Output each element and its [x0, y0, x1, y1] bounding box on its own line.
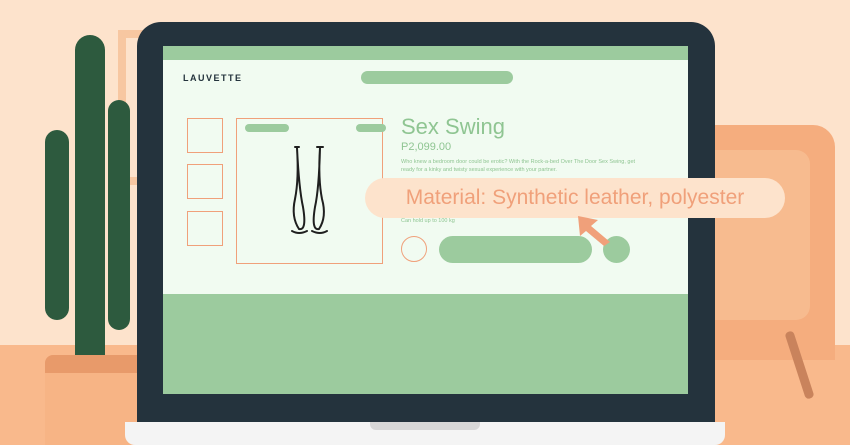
- swing-straps-icon: [291, 146, 328, 234]
- plant-pot-rim: [45, 355, 150, 373]
- armchair-arm: [700, 150, 810, 320]
- product-thumbnail-3[interactable]: [187, 211, 223, 246]
- quantity-button[interactable]: [401, 236, 427, 262]
- nav-search-bar[interactable]: [361, 71, 513, 84]
- add-to-cart-button[interactable]: [439, 236, 592, 263]
- product-thumbnail-2[interactable]: [187, 164, 223, 199]
- image-badge: [356, 124, 386, 132]
- product-title: Sex Swing: [401, 114, 505, 139]
- page-footer: [163, 294, 688, 394]
- cactus-arm-right: [108, 100, 130, 330]
- image-badge: [245, 124, 289, 132]
- arrow-up-left-icon: [578, 216, 610, 246]
- cactus: [75, 35, 105, 375]
- browser-top-bar: [163, 46, 688, 60]
- store-logo[interactable]: LAUVETTE: [183, 73, 243, 83]
- product-note: Can hold up to 100 kg: [401, 218, 455, 224]
- cactus-arm-left: [45, 130, 69, 320]
- product-price: P2,099.00: [401, 141, 452, 153]
- laptop-notch: [370, 422, 480, 430]
- product-thumbnail-1[interactable]: [187, 118, 223, 153]
- product-description: Who knew a bedroom door could be erotic?…: [401, 159, 636, 173]
- product-main-image: [236, 118, 383, 264]
